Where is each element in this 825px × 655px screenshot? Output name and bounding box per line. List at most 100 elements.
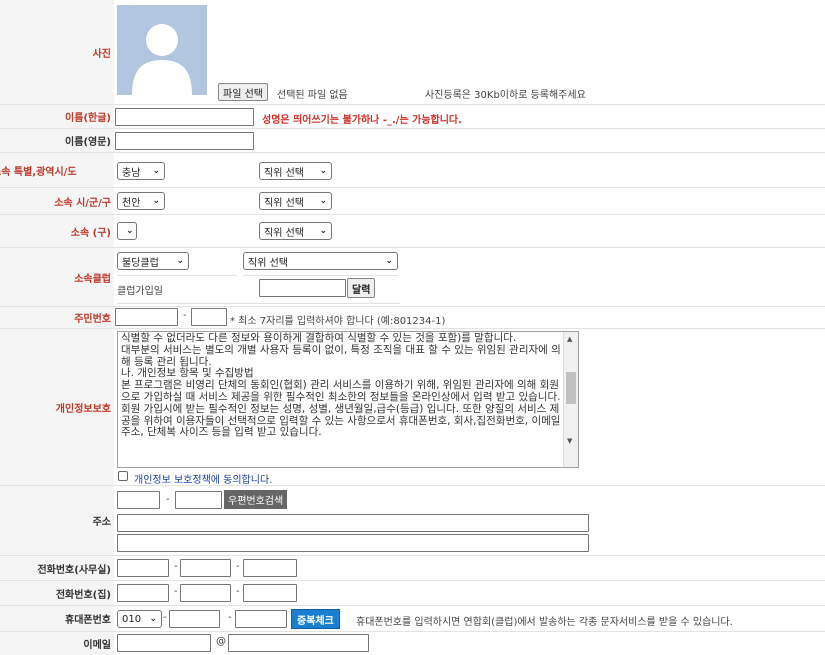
club-join-label: 클럽가입일 <box>117 286 163 297</box>
name-en-row: 이름(영문) <box>0 129 825 152</box>
dash: - <box>174 561 178 572</box>
scrollbar[interactable]: ▲ ▼ <box>563 332 578 467</box>
privacy-label: 개인정보보호 <box>0 329 114 485</box>
name-kr-input[interactable] <box>115 108 254 126</box>
dash: - <box>236 561 240 572</box>
email-id-input[interactable] <box>117 634 211 652</box>
resident-back-input[interactable] <box>191 308 227 326</box>
duplicate-check-button[interactable]: 중복체크 <box>291 609 340 629</box>
privacy-text: 식별할 수 없더라도 다른 정보와 용이하게 결합하여 식별할 수 있는 것을 … <box>121 332 561 439</box>
club-subdivider <box>243 275 398 276</box>
email-domain-input[interactable] <box>228 634 369 652</box>
dash: - <box>174 586 178 597</box>
dash: - <box>228 612 232 623</box>
city-label: 소속 시/군/구 <box>0 188 114 214</box>
zip-front-input[interactable] <box>117 491 160 509</box>
dash: - <box>183 310 187 321</box>
phone-office-row: 전화번호(사무실) - - <box>0 556 825 580</box>
city-row: 소속 시/군/구 천안 ⌄ 직위 선택 ⌄ <box>0 188 825 214</box>
mobile-note: 휴대폰번호를 입력하시면 연합회(클럽)에서 발송하는 각종 문자서비스를 받을… <box>356 617 733 628</box>
zip-back-input[interactable] <box>175 491 222 509</box>
name-kr-note: 성명은 띄어쓰기는 불가하나 -_./는 가능합니다. <box>262 115 462 126</box>
mobile-label: 휴대폰번호 <box>0 606 114 631</box>
mobile-prefix-value: 010 <box>122 613 142 625</box>
at-sign: @ <box>216 636 226 647</box>
dash: - <box>236 586 240 597</box>
district-position-value: 직위 선택 <box>264 227 304 239</box>
name-en-label: 이름(영문) <box>0 129 114 152</box>
club-subdivider <box>117 303 400 304</box>
club-join-date-input[interactable] <box>259 279 346 297</box>
province-label: 소속 특별,광역시/도 <box>0 166 77 178</box>
chevron-down-icon: ⌄ <box>176 256 184 266</box>
email-label: 이메일 <box>0 632 114 655</box>
phone-office-3-input[interactable] <box>243 559 297 577</box>
address-row: 주소 - 우편번호검색 <box>0 486 825 555</box>
calendar-button[interactable]: 달력 <box>347 278 376 298</box>
chevron-down-icon: ⌄ <box>319 166 327 176</box>
club-select[interactable]: 불당클럽 ⌄ <box>117 252 189 270</box>
scroll-up-icon[interactable]: ▲ <box>567 335 572 343</box>
phone-home-1-input[interactable] <box>117 584 169 602</box>
privacy-textarea[interactable]: 식별할 수 없더라도 다른 정보와 용이하게 결합하여 식별할 수 있는 것을 … <box>117 331 579 468</box>
scroll-thumb[interactable] <box>566 372 576 404</box>
photo-row: 사진 파일 선택 선택된 파일 없음 사진등록은 30Kb이하로 등록해주세요 <box>0 0 825 104</box>
name-kr-label: 이름(한글) <box>0 105 114 128</box>
chevron-down-icon: ⌄ <box>149 614 157 624</box>
email-row: 이메일 @ <box>0 632 825 655</box>
chevron-down-icon: ⌄ <box>126 226 134 236</box>
mobile-2-input[interactable] <box>169 610 220 628</box>
club-subdivider <box>117 275 237 276</box>
dash: - <box>166 494 170 505</box>
resident-label: 주민번호 <box>0 307 114 328</box>
resident-row: 주민번호 - * 최소 7자리를 입력하셔야 합니다 (예:801234-1) <box>0 307 825 328</box>
no-file-text: 선택된 파일 없음 <box>277 90 348 101</box>
privacy-agree-label[interactable]: 개인정보 보호정책에 동의합니다. <box>134 471 272 486</box>
club-position-select[interactable]: 직위 선택 ⌄ <box>243 252 398 270</box>
name-en-input[interactable] <box>115 132 254 150</box>
photo-label: 사진 <box>0 0 114 104</box>
zip-search-button[interactable]: 우편번호검색 <box>224 490 288 509</box>
privacy-agree-checkbox[interactable] <box>118 471 128 481</box>
phone-home-3-input[interactable] <box>243 584 297 602</box>
chevron-down-icon: ⌄ <box>319 196 327 206</box>
province-row: 소속 특별,광역시/도 충남 ⌄ 직위 선택 ⌄ <box>0 153 825 187</box>
club-label: 소속클럽 <box>0 248 114 306</box>
resident-front-input[interactable] <box>115 308 178 326</box>
chevron-down-icon: ⌄ <box>152 196 160 206</box>
district-position-select[interactable]: 직위 선택 ⌄ <box>259 222 332 240</box>
phone-office-1-input[interactable] <box>117 559 169 577</box>
privacy-row: 개인정보보호 식별할 수 없더라도 다른 정보와 용이하게 결합하여 식별할 수… <box>0 329 825 486</box>
district-select[interactable]: ⌄ <box>117 222 137 240</box>
scroll-down-icon[interactable]: ▼ <box>567 437 572 445</box>
person-silhouette-icon <box>117 5 207 95</box>
club-position-value: 직위 선택 <box>248 257 288 269</box>
phone-home-row: 전화번호(집) - - <box>0 581 825 605</box>
club-select-value: 불당클럽 <box>122 257 159 269</box>
mobile-row: 휴대폰번호 010 ⌄ - - 중복체크 휴대폰번호를 입력하시면 연합회(클럽)… <box>0 606 825 631</box>
city-select-value: 천안 <box>122 197 141 209</box>
city-position-select[interactable]: 직위 선택 ⌄ <box>259 192 332 210</box>
province-position-value: 직위 선택 <box>264 167 304 179</box>
chevron-down-icon: ⌄ <box>152 166 160 176</box>
file-select-button[interactable]: 파일 선택 <box>218 83 268 101</box>
province-position-select[interactable]: 직위 선택 ⌄ <box>259 162 332 180</box>
mobile-prefix-select[interactable]: 010 ⌄ <box>117 610 162 628</box>
city-select[interactable]: 천안 ⌄ <box>117 192 165 210</box>
phone-home-label: 전화번호(집) <box>0 581 114 605</box>
phone-office-label: 전화번호(사무실) <box>0 556 114 580</box>
name-kr-row: 이름(한글) 성명은 띄어쓰기는 불가하나 -_./는 가능합니다. <box>0 105 825 128</box>
address-line2-input[interactable] <box>117 534 589 552</box>
club-row: 소속클럽 불당클럽 ⌄ 직위 선택 ⌄ 클럽가입일 달력 <box>0 248 825 306</box>
province-select[interactable]: 충남 ⌄ <box>117 162 165 180</box>
phone-home-2-input[interactable] <box>180 584 231 602</box>
dash: - <box>163 612 167 623</box>
address-line1-input[interactable] <box>117 514 589 532</box>
resident-note: * 최소 7자리를 입력하셔야 합니다 (예:801234-1) <box>230 316 446 327</box>
mobile-3-input[interactable] <box>235 610 287 628</box>
address-label: 주소 <box>0 486 114 555</box>
chevron-down-icon: ⌄ <box>319 226 327 236</box>
phone-office-2-input[interactable] <box>180 559 231 577</box>
chevron-down-icon: ⌄ <box>385 256 393 266</box>
city-position-value: 직위 선택 <box>264 197 304 209</box>
